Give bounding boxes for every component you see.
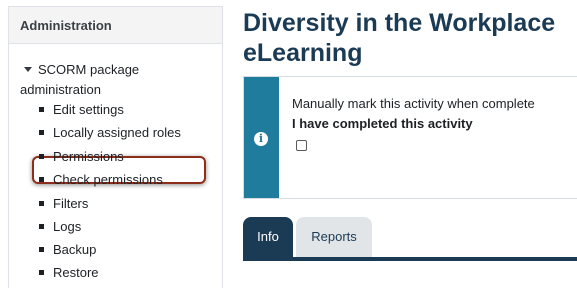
completion-checkbox[interactable] (296, 140, 307, 151)
tab-underline (243, 257, 577, 261)
menu-item-locally-assigned-roles[interactable]: Locally assigned roles (39, 123, 181, 143)
bullet-icon (39, 270, 44, 276)
menu-item-label: Locally assigned roles (53, 125, 181, 140)
bullet-icon (39, 154, 44, 160)
menu-item-filters[interactable]: Filters (39, 194, 88, 214)
menu-item-label: Logs (53, 219, 82, 234)
menu-item-logs[interactable]: Logs (39, 217, 81, 237)
bullet-icon (39, 224, 44, 230)
info-stripe: i (244, 77, 279, 198)
menu-item-label: Backup (53, 242, 97, 257)
menu-item-label: Filters (53, 196, 89, 211)
menu-item-check-permissions[interactable]: Check permissions (39, 170, 163, 190)
administration-block: Administration SCORM package administrat… (8, 6, 223, 288)
bullet-icon (39, 247, 44, 253)
completion-checkbox-label: I have completed this activity (292, 116, 473, 131)
scorm-package-administration-node[interactable]: SCORM package administration (20, 60, 210, 100)
info-icon: i (254, 132, 268, 146)
menu-item-label: Edit settings (53, 102, 124, 117)
bullet-icon (39, 130, 44, 136)
menu-item-label: Check permissions (53, 172, 163, 187)
menu-item-permissions[interactable]: Permissions (39, 147, 124, 167)
menu-item-label: Restore (53, 265, 99, 280)
menu-item-edit-settings[interactable]: Edit settings (39, 100, 124, 120)
activity-completion-box: i Manually mark this activity when compl… (243, 76, 577, 199)
bullet-icon (39, 107, 44, 113)
page-title-line2: eLearning (243, 39, 363, 67)
administration-header: Administration (9, 7, 222, 44)
menu-item-label: Permissions (53, 149, 124, 164)
activity-tabs: Info Reports (243, 217, 577, 261)
scorm-package-administration-label: SCORM package administration (20, 62, 140, 97)
completion-instruction: Manually mark this activity when complet… (292, 96, 535, 111)
caret-down-icon[interactable] (24, 67, 32, 73)
page-title-line1: Diversity in the Workplace (243, 9, 556, 37)
bullet-icon (39, 201, 44, 207)
page-title: Diversity in the Workplace eLearning (243, 8, 577, 68)
bullet-icon (39, 177, 44, 183)
tab-reports[interactable]: Reports (296, 217, 372, 257)
menu-item-restore[interactable]: Restore (39, 263, 99, 283)
menu-item-backup[interactable]: Backup (39, 240, 96, 260)
tab-info[interactable]: Info (243, 217, 293, 257)
